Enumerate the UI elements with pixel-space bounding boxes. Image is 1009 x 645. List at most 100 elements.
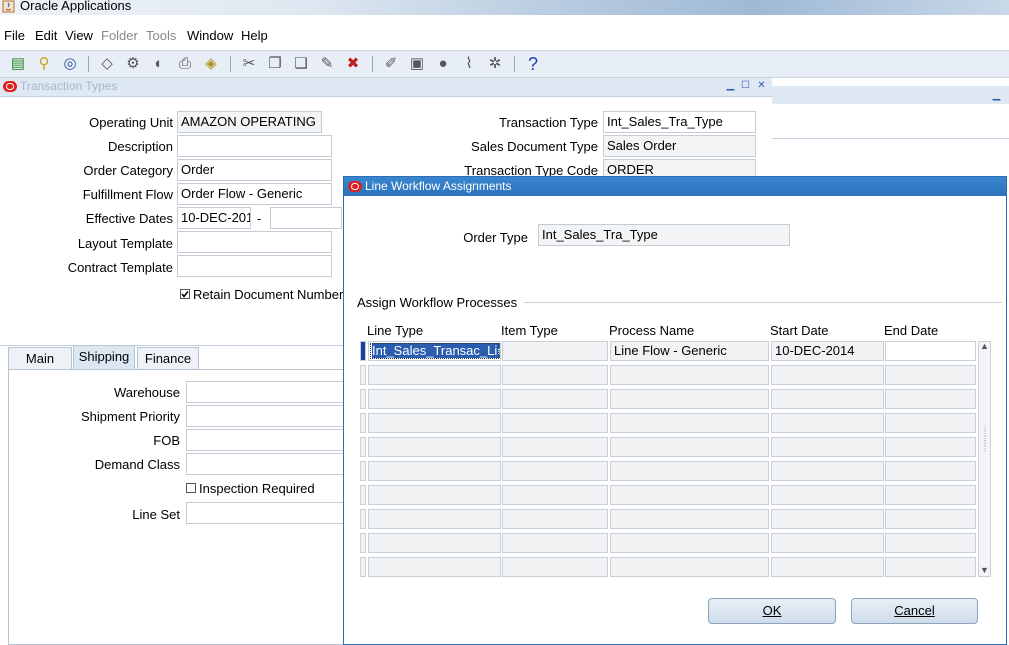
print-icon[interactable]: ⎙ — [175, 54, 195, 74]
item-type-cell[interactable] — [502, 437, 608, 457]
process-name-cell[interactable] — [610, 437, 769, 457]
menu-help[interactable]: Help — [241, 28, 268, 43]
item-type-cell[interactable] — [502, 533, 608, 553]
translations-icon[interactable]: ● — [433, 54, 453, 74]
menu-window[interactable]: Window — [187, 28, 233, 43]
copy-icon[interactable]: ❐ — [265, 54, 285, 74]
row-indicator[interactable] — [360, 485, 366, 505]
save-icon[interactable]: ◇ — [97, 54, 117, 74]
tab-main[interactable]: Main — [8, 347, 72, 369]
effective-date-from-field[interactable]: 10-DEC-201 — [177, 207, 251, 229]
end-date-cell[interactable] — [885, 533, 976, 553]
row-indicator[interactable] — [360, 533, 366, 553]
row-indicator[interactable] — [360, 341, 366, 361]
item-type-cell[interactable] — [502, 509, 608, 529]
minimize-icon[interactable]: ▁ — [991, 90, 1002, 101]
end-date-cell[interactable] — [885, 437, 976, 457]
navigator-icon[interactable]: ◎ — [60, 54, 80, 74]
line-type-cell[interactable] — [368, 437, 501, 457]
start-date-cell[interactable] — [771, 365, 884, 385]
fob-field[interactable] — [186, 429, 351, 451]
switch-responsibility-icon[interactable]: ◐ — [149, 54, 169, 74]
row-indicator[interactable] — [360, 461, 366, 481]
order-type-field[interactable]: Int_Sales_Tra_Type — [538, 224, 790, 246]
help-icon[interactable]: ? — [523, 54, 543, 74]
row-indicator[interactable] — [360, 509, 366, 529]
line-type-cell[interactable] — [368, 509, 501, 529]
process-name-cell[interactable]: Line Flow - Generic — [610, 341, 769, 361]
item-type-cell[interactable] — [502, 341, 608, 361]
tab-finance[interactable]: Finance — [137, 347, 199, 369]
line-type-cell[interactable] — [368, 389, 501, 409]
contract-template-field[interactable] — [177, 255, 332, 277]
line-type-cell[interactable] — [368, 533, 501, 553]
item-type-cell[interactable] — [502, 413, 608, 433]
attachments-icon[interactable]: ⌇ — [459, 54, 479, 74]
inspection-required-checkbox[interactable] — [186, 483, 196, 493]
process-name-cell[interactable] — [610, 509, 769, 529]
order-category-field[interactable]: Order — [177, 159, 332, 181]
warehouse-field[interactable] — [186, 381, 351, 403]
end-date-cell[interactable] — [885, 557, 976, 577]
start-date-cell[interactable] — [771, 389, 884, 409]
process-name-cell[interactable] — [610, 461, 769, 481]
delete-record-icon[interactable]: ✖ — [343, 54, 363, 74]
end-date-cell[interactable] — [885, 485, 976, 505]
folder-tools-icon[interactable]: ✲ — [485, 54, 505, 74]
end-date-cell[interactable] — [885, 413, 976, 433]
find-icon[interactable]: ⚲ — [34, 54, 54, 74]
start-date-cell[interactable] — [771, 509, 884, 529]
start-date-cell[interactable] — [771, 413, 884, 433]
maximize-icon[interactable]: ☐ — [740, 80, 751, 91]
row-indicator[interactable] — [360, 365, 366, 385]
process-name-cell[interactable] — [610, 365, 769, 385]
process-name-cell[interactable] — [610, 485, 769, 505]
start-date-cell[interactable] — [771, 485, 884, 505]
shipment-priority-field[interactable] — [186, 405, 351, 427]
process-name-cell[interactable] — [610, 389, 769, 409]
description-field[interactable] — [177, 135, 332, 157]
end-date-cell[interactable] — [885, 341, 976, 361]
process-name-cell[interactable] — [610, 533, 769, 553]
layout-template-field[interactable] — [177, 231, 332, 253]
scroll-up-icon[interactable]: ▲ — [980, 341, 989, 351]
line-type-cell[interactable] — [368, 413, 501, 433]
menu-edit[interactable]: Edit — [35, 28, 57, 43]
start-date-cell[interactable] — [771, 533, 884, 553]
close-form-icon[interactable]: ◈ — [201, 54, 221, 74]
item-type-cell[interactable] — [502, 461, 608, 481]
menu-tools[interactable]: Tools — [146, 28, 176, 43]
process-name-cell[interactable] — [610, 557, 769, 577]
line-type-cell[interactable] — [368, 485, 501, 505]
cancel-button[interactable]: Cancel — [851, 598, 978, 624]
tab-shipping[interactable]: Shipping — [73, 345, 135, 370]
end-date-cell[interactable] — [885, 389, 976, 409]
menu-folder[interactable]: Folder — [101, 28, 138, 43]
line-type-cell[interactable] — [368, 557, 501, 577]
line-set-field[interactable] — [186, 502, 351, 524]
row-indicator[interactable] — [360, 557, 366, 577]
clear-record-icon[interactable]: ✎ — [317, 54, 337, 74]
start-date-cell[interactable]: 10-DEC-2014 — [771, 341, 884, 361]
ok-button[interactable]: OK — [708, 598, 836, 624]
operating-unit-field[interactable]: AMAZON OPERATING — [177, 111, 322, 133]
new-record-icon[interactable]: ▤ — [8, 54, 28, 74]
close-icon[interactable]: ✕ — [756, 80, 767, 91]
minimize-icon[interactable]: ▁ — [725, 80, 736, 91]
fulfillment-flow-field[interactable]: Order Flow - Generic — [177, 183, 332, 205]
scroll-down-icon[interactable]: ▼ — [980, 565, 989, 575]
zoom-icon[interactable]: ▣ — [407, 54, 427, 74]
line-type-cell[interactable]: Int_Sales_Transac_Lin — [368, 341, 501, 361]
start-date-cell[interactable] — [771, 461, 884, 481]
row-indicator[interactable] — [360, 437, 366, 457]
edit-field-icon[interactable]: ✐ — [381, 54, 401, 74]
item-type-cell[interactable] — [502, 485, 608, 505]
end-date-cell[interactable] — [885, 509, 976, 529]
item-type-cell[interactable] — [502, 365, 608, 385]
demand-class-field[interactable] — [186, 453, 351, 475]
start-date-cell[interactable] — [771, 557, 884, 577]
retain-document-number-checkbox[interactable] — [180, 289, 190, 299]
item-type-cell[interactable] — [502, 389, 608, 409]
transaction-type-field[interactable]: Int_Sales_Tra_Type — [603, 111, 756, 133]
start-date-cell[interactable] — [771, 437, 884, 457]
